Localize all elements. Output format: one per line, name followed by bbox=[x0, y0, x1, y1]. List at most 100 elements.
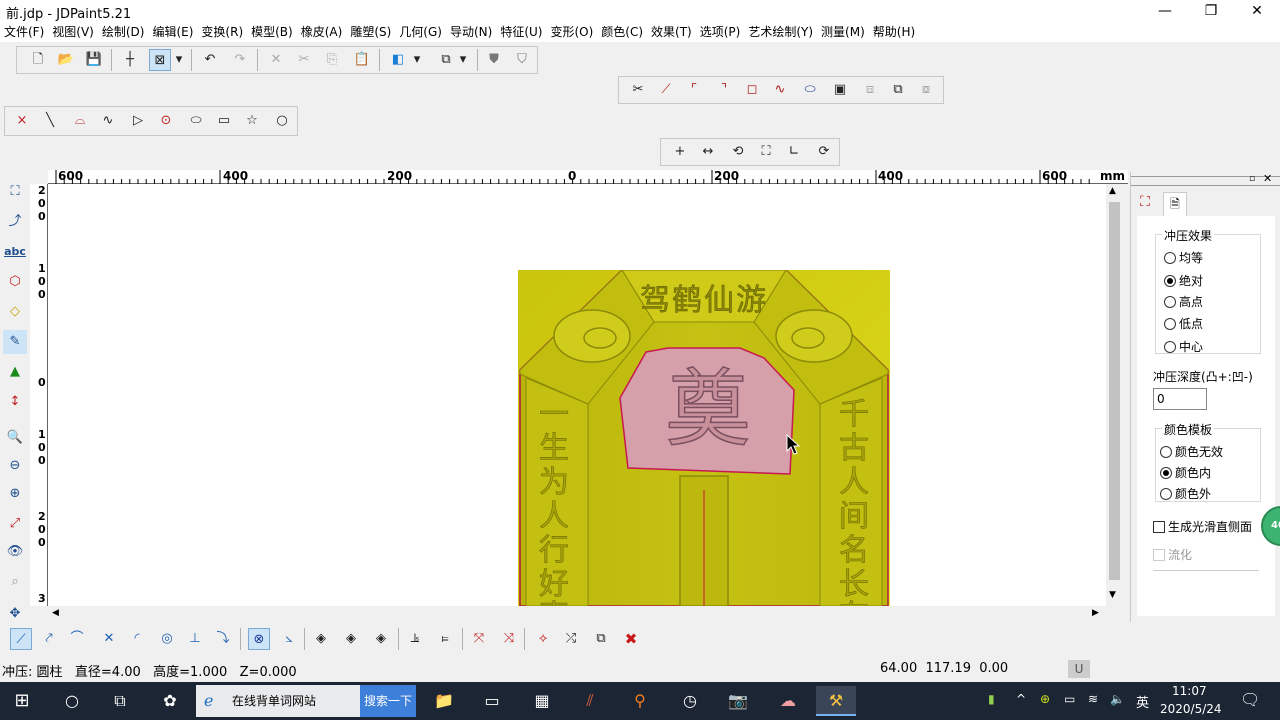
eye-icon[interactable]: 👁 bbox=[3, 540, 27, 564]
node-add-icon[interactable]: ◈ bbox=[340, 628, 362, 650]
pan-icon[interactable]: ✥ bbox=[3, 602, 27, 626]
angle-snap-icon[interactable]: ⦣ bbox=[278, 628, 300, 650]
circle-center-icon[interactable]: ⊙ bbox=[155, 110, 177, 132]
menu-edit[interactable]: 编辑(E) bbox=[148, 22, 197, 40]
circle-snap-icon[interactable]: ◎ bbox=[156, 628, 178, 650]
relief-model[interactable]: 驾鹤仙游 奠 一 生 为 人 行 好 事 千 古 人 间 名 长 存 bbox=[518, 270, 890, 606]
transform-icon[interactable]: ⟲ bbox=[727, 141, 749, 163]
close-button[interactable]: ✕ bbox=[1234, 0, 1280, 22]
terminal-icon[interactable]: ▭ bbox=[472, 686, 512, 716]
bell-icon[interactable]: ▲ bbox=[3, 360, 27, 384]
menu-file[interactable]: 文件(F) bbox=[0, 22, 48, 40]
polyline-icon[interactable]: ▷ bbox=[127, 110, 149, 132]
panel-close-icon[interactable]: ✕ bbox=[1263, 172, 1272, 185]
menu-sculpt[interactable]: 雕塑(S) bbox=[346, 22, 395, 40]
radio-low[interactable]: 低点 bbox=[1164, 315, 1203, 332]
smooth-side-checkbox[interactable]: 生成光滑直侧面 bbox=[1153, 518, 1252, 535]
chevron-down-icon[interactable]: ▾ bbox=[457, 49, 469, 71]
sculpt-pen-icon[interactable]: ✎ bbox=[3, 330, 27, 354]
select-box-icon[interactable]: ⊠ bbox=[149, 49, 171, 71]
select-node-icon[interactable]: ⛶ bbox=[3, 180, 27, 204]
app-stripes-icon[interactable]: ⫽ bbox=[570, 686, 610, 716]
depth-input[interactable] bbox=[1153, 388, 1207, 410]
tab-tools-icon[interactable]: ⛶ bbox=[1135, 194, 1155, 214]
text-abc-icon[interactable]: abc bbox=[3, 240, 27, 264]
volume-icon[interactable]: 🔈 bbox=[1110, 692, 1125, 706]
radio-circle-icon[interactable] bbox=[1160, 445, 1172, 458]
cut-node-icon[interactable]: ⤧ bbox=[468, 628, 490, 650]
task-view-icon[interactable]: ⧉ bbox=[100, 686, 140, 716]
scroll-thumb[interactable] bbox=[1109, 202, 1120, 580]
menu-options[interactable]: 选项(P) bbox=[696, 22, 745, 40]
zoom-prev-icon[interactable]: ⌕ bbox=[3, 570, 27, 594]
zoom-in-icon[interactable]: ⊕ bbox=[3, 482, 27, 506]
menu-effect[interactable]: 效果(T) bbox=[647, 22, 696, 40]
delete-x-icon[interactable]: ✖ bbox=[620, 628, 642, 650]
redo-icon[interactable]: ↷ bbox=[229, 49, 251, 71]
break-icon[interactable]: ⤨ bbox=[498, 628, 520, 650]
radio-circle-icon[interactable] bbox=[1160, 487, 1172, 500]
array-icon[interactable]: ⧇ bbox=[915, 79, 937, 101]
node-edit-icon[interactable]: ◈ bbox=[310, 628, 332, 650]
radio-circle-icon[interactable] bbox=[1164, 317, 1176, 330]
pick-icon[interactable]: ⤴ bbox=[3, 210, 27, 234]
drawing-canvas[interactable]: 驾鹤仙游 奠 一 生 为 人 行 好 事 千 古 人 间 名 长 存 bbox=[48, 184, 1106, 606]
angle-icon[interactable]: ∟ bbox=[783, 141, 805, 163]
menu-art-draw[interactable]: 艺术绘制(Y) bbox=[744, 22, 817, 40]
calculator-icon[interactable]: ▦ bbox=[522, 686, 562, 716]
menu-deform[interactable]: 变形(O) bbox=[546, 22, 597, 40]
menu-guide[interactable]: 导动(N) bbox=[446, 22, 496, 40]
corner-arc-icon[interactable]: ⌒ bbox=[66, 628, 88, 650]
menu-transform[interactable]: 变换(R) bbox=[197, 22, 247, 40]
radio-circle-icon[interactable] bbox=[1164, 274, 1176, 287]
close-curve-icon[interactable]: ⧉ bbox=[590, 628, 612, 650]
cortana-icon[interactable]: ○ bbox=[52, 686, 92, 716]
panel-grip[interactable] bbox=[1131, 176, 1280, 186]
radio-even[interactable]: 均等 bbox=[1164, 249, 1203, 266]
menu-feature[interactable]: 特征(U) bbox=[496, 22, 546, 40]
cut-icon[interactable]: ✂ bbox=[293, 49, 315, 71]
perpendicular-icon[interactable]: ⊥ bbox=[184, 628, 206, 650]
open-folder-icon[interactable]: 📂 bbox=[55, 49, 77, 71]
scroll-down-icon[interactable]: ▼ bbox=[1109, 590, 1116, 600]
point-icon[interactable]: × bbox=[11, 110, 33, 132]
paste-icon[interactable]: 📋 bbox=[351, 49, 373, 71]
search-app-icon[interactable]: ⚲ bbox=[620, 686, 660, 716]
star-icon[interactable]: ☆ bbox=[241, 110, 263, 132]
scroll-up-icon[interactable]: ▲ bbox=[1109, 186, 1116, 196]
windows-start-icon[interactable]: ⊞ bbox=[2, 686, 42, 716]
horizontal-scrollbar[interactable]: ◀ ▶ bbox=[48, 606, 1106, 622]
search-box[interactable]: ℯ 在线背单词网站 bbox=[196, 685, 360, 717]
frame-icon[interactable]: ▣ bbox=[829, 79, 851, 101]
clock-date[interactable]: 2020/5/24 bbox=[1160, 702, 1222, 716]
fillet-icon[interactable]: ⌜ bbox=[683, 79, 705, 101]
radio-color-none[interactable]: 颜色无效 bbox=[1160, 443, 1223, 460]
align-top-icon[interactable]: ⫢ bbox=[434, 628, 456, 650]
chevron-up-icon[interactable]: ^ bbox=[1016, 692, 1026, 706]
radio-circle-icon[interactable] bbox=[1164, 251, 1176, 264]
chevron-down-icon[interactable]: ▾ bbox=[173, 49, 185, 71]
delete-icon[interactable]: ✕ bbox=[265, 49, 287, 71]
arc-icon[interactable]: ⌓ bbox=[69, 110, 91, 132]
line-icon[interactable]: ╲ bbox=[39, 110, 61, 132]
join-icon[interactable]: ⟡ bbox=[532, 628, 554, 650]
slot-icon[interactable]: ⬭ bbox=[799, 79, 821, 101]
chamfer-icon[interactable]: ⌝ bbox=[713, 79, 735, 101]
circle-icon[interactable]: ○ bbox=[271, 110, 293, 132]
menu-eraser[interactable]: 橡皮(A) bbox=[297, 22, 347, 40]
panel-restore-icon[interactable]: ▫ bbox=[1249, 174, 1255, 184]
clock-app-icon[interactable]: ◷ bbox=[670, 686, 710, 716]
plus-icon[interactable]: + bbox=[669, 141, 691, 163]
radio-color-outside[interactable]: 颜色外 bbox=[1160, 485, 1211, 502]
crosshair-icon[interactable]: ┼ bbox=[119, 49, 141, 71]
shading-icon[interactable]: ◧ bbox=[387, 49, 409, 71]
battery-icon[interactable]: ▮ bbox=[988, 692, 995, 706]
flow-checkbox[interactable]: 流化 bbox=[1153, 546, 1192, 563]
shield-outline-icon[interactable]: ⛊ bbox=[483, 49, 505, 71]
radio-circle-icon[interactable] bbox=[1164, 340, 1176, 353]
new-file-icon[interactable]: 🗋 bbox=[27, 49, 49, 71]
plus-circle-icon[interactable]: ⊕ bbox=[1040, 692, 1050, 706]
camera-icon[interactable]: 📷 bbox=[718, 686, 758, 716]
shield-solid-icon[interactable]: ⛉ bbox=[511, 49, 533, 71]
zoom-out-icon[interactable]: ⊖ bbox=[3, 454, 27, 478]
